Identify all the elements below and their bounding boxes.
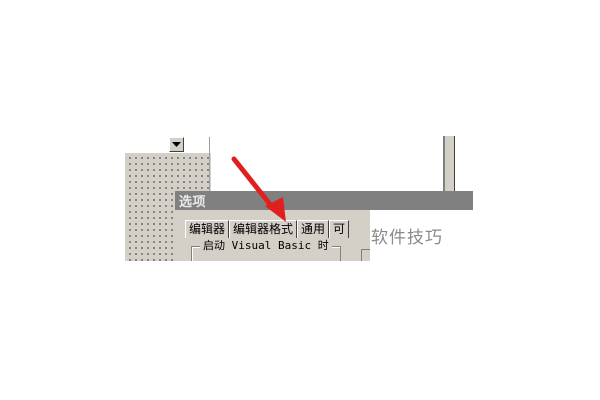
- group-label: 启动 Visual Basic 时: [200, 239, 332, 253]
- tab-editor[interactable]: 编辑器: [185, 220, 230, 238]
- dropdown-button[interactable]: [169, 137, 184, 152]
- control-edge: [361, 249, 370, 261]
- chevron-down-icon: [172, 141, 181, 147]
- window-edge: [443, 136, 455, 193]
- tab-docking[interactable]: 可: [329, 220, 350, 238]
- red-arrow-icon: [231, 156, 286, 222]
- dialog-titlebar[interactable]: 选项: [175, 191, 473, 210]
- watermark-text: 软件技巧: [371, 228, 443, 248]
- dialog-title: 选项: [179, 195, 207, 210]
- watermark: 软件技巧: [370, 210, 473, 261]
